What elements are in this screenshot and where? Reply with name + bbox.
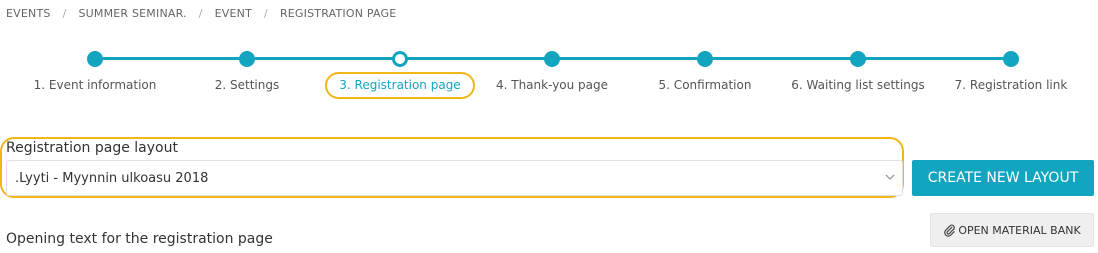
progress-stepper: 1. Event information 2. Settings 3. Regi… bbox=[0, 44, 1098, 104]
step-dot-current[interactable] bbox=[392, 51, 408, 67]
breadcrumb-separator: / bbox=[198, 7, 203, 20]
breadcrumb-separator: / bbox=[264, 7, 268, 20]
breadcrumb: EVENTS / SUMMER SEMINAR. / EVENT / REGIS… bbox=[6, 7, 396, 20]
breadcrumb-events[interactable]: EVENTS bbox=[6, 7, 51, 20]
step-label-current[interactable]: 3. Registration page bbox=[325, 72, 475, 99]
step-dot[interactable] bbox=[239, 51, 255, 67]
paperclip-icon bbox=[944, 224, 956, 237]
step-label[interactable]: 4. Thank-you page bbox=[467, 78, 637, 92]
open-material-bank-button[interactable]: OPEN MATERIAL BANK bbox=[930, 213, 1094, 247]
step-label[interactable]: 5. Confirmation bbox=[620, 78, 790, 92]
breadcrumb-event[interactable]: EVENT bbox=[215, 7, 252, 20]
step-label[interactable]: 1. Event information bbox=[10, 78, 180, 92]
opening-text-label: Opening text for the registration page bbox=[6, 231, 273, 247]
step-dot[interactable] bbox=[87, 51, 103, 67]
layout-section-title: Registration page layout bbox=[6, 140, 178, 156]
layout-select-value[interactable]: .Lyyti - Myynnin ulkoasu 2018 bbox=[15, 171, 208, 186]
step-dot[interactable] bbox=[544, 51, 560, 67]
step-dot[interactable] bbox=[1003, 51, 1019, 67]
step-label[interactable]: 6. Waiting list settings bbox=[773, 78, 943, 92]
step-dot[interactable] bbox=[850, 51, 866, 67]
create-new-layout-button[interactable]: CREATE NEW LAYOUT bbox=[912, 160, 1094, 196]
step-label[interactable]: 2. Settings bbox=[162, 78, 332, 92]
open-material-bank-label: OPEN MATERIAL BANK bbox=[958, 223, 1081, 237]
breadcrumb-summer-seminar[interactable]: SUMMER SEMINAR. bbox=[78, 7, 186, 20]
step-label[interactable]: 7. Registration link bbox=[926, 78, 1096, 92]
layout-select[interactable]: .Lyyti - Myynnin ulkoasu 2018 bbox=[6, 160, 903, 196]
step-dot[interactable] bbox=[697, 51, 713, 67]
breadcrumb-registration-page: REGISTRATION PAGE bbox=[279, 7, 397, 20]
chevron-down-icon[interactable] bbox=[884, 171, 896, 183]
breadcrumb-separator: / bbox=[62, 7, 67, 20]
